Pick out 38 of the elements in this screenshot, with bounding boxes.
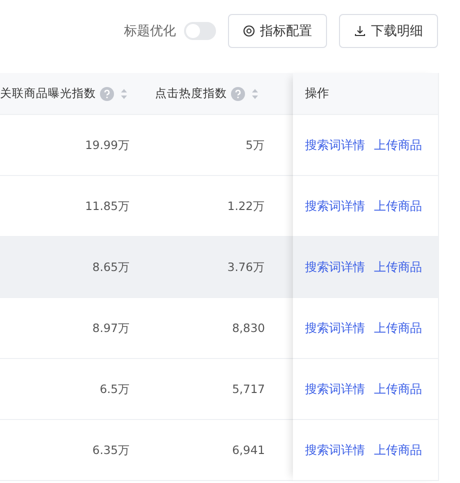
action-link[interactable]: 搜索词详情 [305,136,365,154]
table-row[interactable]: 8.65万 3.76万 [0,237,293,298]
table-cell: 5万 [246,138,265,152]
sort-icon[interactable] [120,86,128,100]
table-cell: 1.22万 [227,198,265,212]
action-link[interactable]: 上传商品 [374,136,422,154]
download-button[interactable]: 下载明细 [339,14,438,48]
download-icon [354,25,366,37]
action-link[interactable]: 搜索词详情 [305,258,365,276]
toggle-switch[interactable] [184,22,216,40]
action-link[interactable]: 上传商品 [374,320,422,336]
table-cell: 6,941 [232,443,265,457]
table-cell: 3.76万 [227,260,265,274]
table-cell: 11.85万 [85,198,130,212]
table-cell: 6.5万 [100,382,130,396]
column-header: 关联商品曝光指数 [0,86,96,101]
action-link[interactable]: 搜索词详情 [305,320,365,336]
toggle-label: 标题优化 [124,23,176,40]
action-link[interactable]: 上传商品 [374,380,422,398]
action-link[interactable]: 搜索词详情 [305,380,365,398]
action-link[interactable]: 上传商品 [374,198,422,214]
table-cell: 8.65万 [92,260,130,274]
table-cell: 6.35万 [92,442,130,456]
settings-icon [243,25,255,37]
action-link[interactable]: 搜索词详情 [305,198,365,214]
action-link[interactable]: 搜索词详情 [305,442,365,458]
action-link[interactable]: 上传商品 [374,258,422,276]
help-icon [231,86,245,100]
column-header: 点击热度指数 [155,86,227,101]
table-cell: 8.97万 [92,320,130,334]
sort-icon[interactable] [251,86,259,100]
help-icon [100,86,114,100]
table-cell: 8,830 [232,321,265,335]
settings-button[interactable]: 指标配置 [228,14,327,48]
column-header: 操作 [305,85,329,102]
table-cell: 19.99万 [85,138,130,152]
action-link[interactable]: 上传商品 [374,442,422,458]
table-cell: 5,717 [232,382,265,396]
